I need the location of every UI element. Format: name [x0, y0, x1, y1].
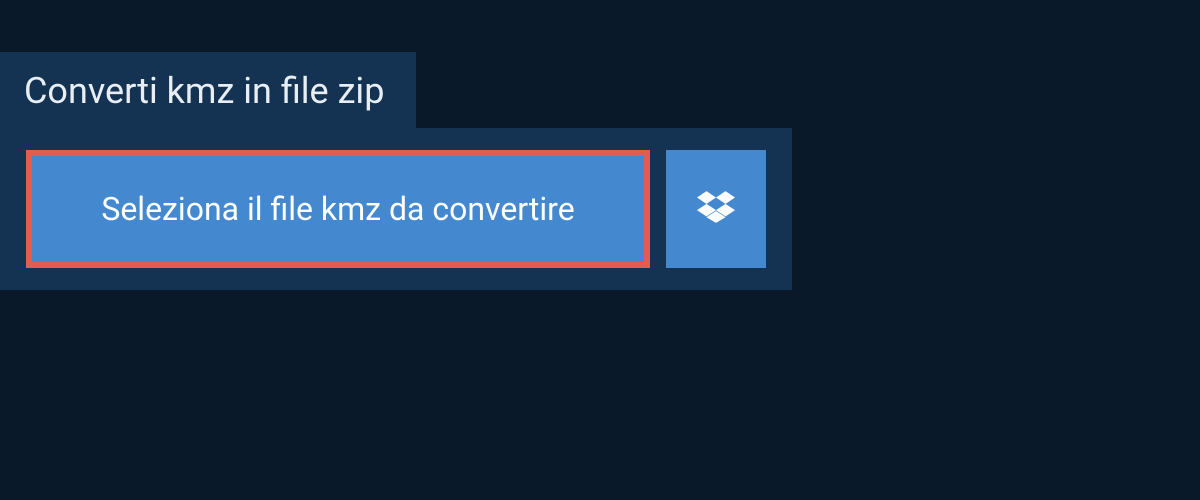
select-file-button[interactable]: Seleziona il file kmz da convertire	[26, 150, 650, 268]
tab-title: Converti kmz in file zip	[0, 52, 416, 130]
upload-panel: Seleziona il file kmz da convertire	[0, 128, 792, 290]
tab-header: Converti kmz in file zip	[0, 52, 416, 130]
select-file-label: Seleziona il file kmz da convertire	[101, 190, 574, 228]
dropbox-button[interactable]	[666, 150, 766, 268]
dropbox-icon	[697, 188, 735, 230]
